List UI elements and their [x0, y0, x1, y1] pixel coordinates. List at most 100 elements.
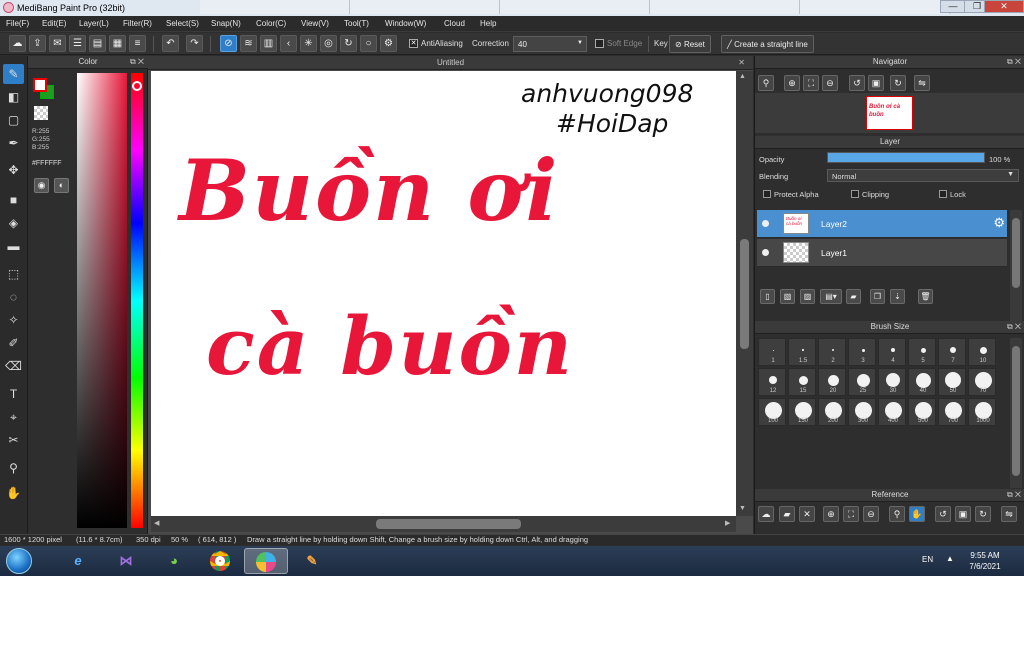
redo-icon[interactable]: ↷ [186, 35, 203, 52]
foreground-color-swatch[interactable] [33, 78, 47, 92]
scroll-right-icon[interactable]: ▶ [725, 519, 730, 527]
brush-size-cell[interactable]: 4 [878, 338, 906, 366]
brush-size-cell[interactable]: 500 [908, 398, 936, 426]
brush-size-cell[interactable]: 12 [758, 368, 786, 396]
layer-row-layer1[interactable]: Layer1 [757, 239, 1007, 267]
comment-icon[interactable]: ✉ [49, 35, 66, 52]
brush-size-cell[interactable]: 400 [878, 398, 906, 426]
browser-tab[interactable] [350, 0, 500, 14]
curve-snap-icon[interactable]: ↻ [340, 35, 357, 52]
start-button[interactable] [6, 548, 32, 574]
zoom-in-icon[interactable]: ⊕ [784, 75, 800, 91]
brush-size-cell[interactable]: 70 [968, 368, 996, 396]
brush-size-cell[interactable]: 15 [788, 368, 816, 396]
flip-horizontal-icon[interactable]: ⇋ [914, 75, 930, 91]
select-rectangle-icon[interactable]: ⬚ [3, 264, 24, 284]
circle-snap-icon[interactable]: ◎ [320, 35, 337, 52]
browser-tab[interactable] [500, 0, 650, 14]
brush-size-cell[interactable]: 1000 [968, 398, 996, 426]
visibility-eye-icon[interactable] [762, 249, 769, 256]
system-clock[interactable]: 9:55 AM 7/6/2021 [960, 550, 1010, 572]
brush-size-cell[interactable]: 300 [848, 398, 876, 426]
medibang-taskbar-icon[interactable] [244, 548, 288, 574]
brush-size-cell[interactable]: 200 [818, 398, 846, 426]
menu-file[interactable]: File(F) [6, 19, 29, 28]
internet-explorer-icon[interactable]: e [56, 548, 100, 574]
actual-size-icon[interactable]: ▣ [955, 506, 971, 522]
menu-snap[interactable]: Snap(N) [211, 19, 241, 28]
menu-view[interactable]: View(V) [301, 19, 329, 28]
perspective-snap-icon[interactable]: ‹ [280, 35, 297, 52]
list-icon[interactable]: ≡ [129, 35, 146, 52]
fill-tool-icon[interactable]: ◈ [3, 213, 24, 233]
brush-size-cell[interactable]: 700 [938, 398, 966, 426]
panel-window-icons[interactable]: ⧉ ✕ [130, 56, 144, 68]
brush-tool-icon[interactable]: ✎ [3, 64, 24, 84]
brush-size-cell[interactable]: 100 [758, 398, 786, 426]
text-tool-icon[interactable]: T [3, 384, 24, 404]
snap-off-icon[interactable]: ⊘ [220, 35, 237, 52]
minimize-button[interactable]: — [940, 0, 966, 13]
hue-slider[interactable] [131, 73, 143, 528]
zoom-in-icon[interactable]: ⊕ [823, 506, 839, 522]
magic-wand-icon[interactable]: ✧ [3, 310, 24, 330]
menu-filter[interactable]: Filter(R) [123, 19, 152, 28]
brush-size-cell[interactable]: 7 [938, 338, 966, 366]
new-folder-icon[interactable]: ▰ [846, 289, 861, 304]
share-icon[interactable]: ⇪ [29, 35, 46, 52]
snap-settings-gear-icon[interactable]: ⚙ [380, 35, 397, 52]
brush-size-scrollbar[interactable] [1010, 338, 1022, 488]
eraser-tool-icon[interactable]: ◧ [3, 87, 24, 107]
transparent-color-swatch[interactable] [34, 106, 48, 120]
merge-down-icon[interactable]: ⇣ [890, 289, 905, 304]
eyedropper-tool-icon[interactable]: ⚲ [3, 458, 24, 478]
browser-tab[interactable] [800, 0, 950, 14]
delete-layer-trash-icon[interactable]: 🗑 [918, 289, 933, 304]
vertical-scrollbar[interactable]: ▲ ▼ [736, 71, 753, 516]
brush-size-cell[interactable]: 1.5 [788, 338, 816, 366]
divide-tool-icon[interactable]: ✂ [3, 430, 24, 450]
brush-size-cell[interactable]: 25 [848, 368, 876, 396]
close-reference-icon[interactable]: ✕ [799, 506, 815, 522]
rotate-left-icon[interactable]: ↺ [849, 75, 865, 91]
brush-size-cell[interactable]: 20 [818, 368, 846, 396]
visibility-eye-icon[interactable] [762, 220, 769, 227]
grid-doc-icon[interactable]: ▦ [109, 35, 126, 52]
tray-chevron-up-icon[interactable]: ▲ [946, 554, 954, 563]
rotate-right-icon[interactable]: ↻ [975, 506, 991, 522]
create-straight-line-button[interactable]: ╱ Create a straight line [721, 35, 814, 53]
palette-icon[interactable]: ◉ [34, 178, 49, 193]
input-language[interactable]: EN [922, 555, 933, 564]
chat-icon[interactable]: ☰ [69, 35, 86, 52]
brush-size-cell[interactable]: 3 [848, 338, 876, 366]
clipping-checkbox[interactable] [851, 190, 859, 198]
lasso-tool-icon[interactable]: ◌ [3, 287, 24, 307]
scroll-down-icon[interactable]: ▼ [739, 505, 746, 512]
cloud-icon[interactable]: ☁ [9, 35, 26, 52]
panel-window-icons[interactable]: ⧉ ✕ [1007, 321, 1021, 333]
menu-window[interactable]: Window(W) [385, 19, 426, 28]
browser-tab[interactable] [200, 0, 350, 14]
brush-size-cell[interactable]: 2 [818, 338, 846, 366]
chrome-icon[interactable] [198, 548, 242, 574]
document-icon[interactable]: ▤ [89, 35, 106, 52]
brush-scroll-thumb[interactable] [1012, 346, 1020, 476]
radial-snap-icon[interactable]: ✳ [300, 35, 317, 52]
coccoc-browser-icon[interactable]: ◕ [152, 548, 196, 574]
opacity-slider[interactable] [827, 152, 985, 163]
panel-window-icons[interactable]: ⧉ ✕ [1007, 56, 1021, 68]
menu-cloud[interactable]: Cloud [444, 19, 465, 28]
menu-tool[interactable]: Tool(T) [344, 19, 369, 28]
move-tool-icon[interactable]: ✥ [3, 160, 24, 180]
parallel-snap-icon[interactable]: ≋ [240, 35, 257, 52]
canvas-tab[interactable]: Untitled ✕ [148, 56, 753, 70]
select-pen-icon[interactable]: ✐ [3, 333, 24, 353]
saturation-value-picker[interactable] [77, 73, 127, 528]
fit-screen-icon[interactable]: ⛶ [843, 506, 859, 522]
zoom-out-icon[interactable]: ⊖ [822, 75, 838, 91]
color-history-icon[interactable]: ◐ [54, 178, 69, 193]
paint-icon[interactable]: ✎ [290, 548, 334, 574]
brush-size-cell[interactable]: 40 [908, 368, 936, 396]
scroll-up-icon[interactable]: ▲ [739, 73, 746, 80]
hue-marker[interactable] [132, 81, 142, 91]
